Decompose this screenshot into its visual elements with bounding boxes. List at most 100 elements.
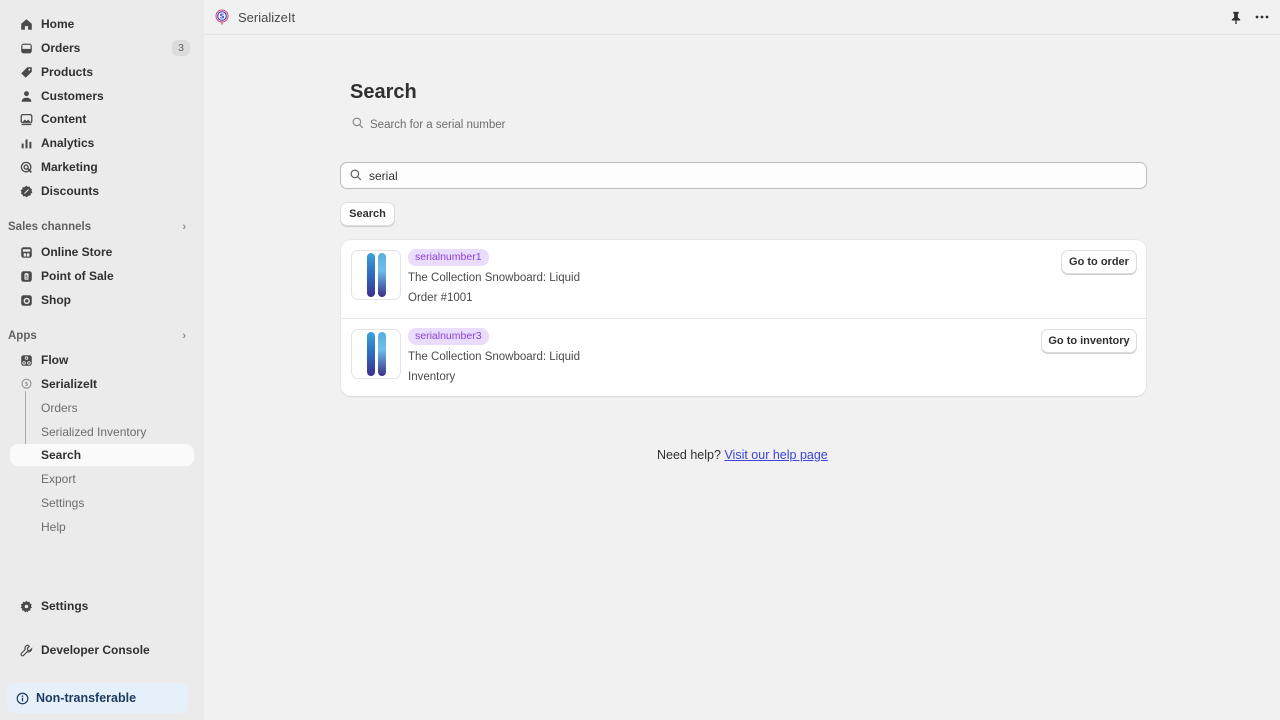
product-name: The Collection Snowboard: Liquid: [408, 272, 580, 284]
sidebar-item-label: Shop: [41, 293, 71, 307]
sidebar-item-orders[interactable]: Orders 3: [10, 37, 194, 59]
sidebar-item-label: Flow: [41, 353, 69, 367]
snowboard-image-left: [366, 332, 375, 376]
bar-chart-icon: [19, 136, 33, 150]
sidebar-subitem-label: Search: [41, 448, 82, 462]
chevron-right-icon: ›: [182, 330, 186, 342]
sidebar-item-online-store[interactable]: Online Store: [10, 241, 194, 263]
app-title: SerializeIt: [238, 9, 296, 25]
sidebar-item-serializeit[interactable]: $ SerializeIt: [10, 373, 194, 395]
svg-text:S: S: [219, 13, 224, 21]
search-icon: [352, 117, 364, 132]
sidebar-item-settings[interactable]: Settings: [10, 595, 194, 617]
sidebar-item-label: Settings: [41, 599, 89, 613]
search-input-wrapper[interactable]: [340, 162, 1147, 189]
chevron-right-icon: ›: [182, 221, 186, 233]
pos-icon: $: [19, 269, 33, 283]
sidebar-subitem-label: Orders: [41, 401, 78, 415]
sidebar-item-label: Analytics: [41, 136, 95, 150]
help-footer: Need help? Visit our help page: [657, 448, 828, 462]
orders-count-badge: 3: [172, 40, 190, 56]
search-input[interactable]: [369, 168, 1129, 183]
sidebar-item-shop[interactable]: Shop: [10, 289, 194, 311]
sidebar: Home Orders 3 Products Customers Content…: [0, 0, 204, 720]
sidebar-item-label: Home: [41, 17, 75, 31]
app-topbar: S SerializeIt: [204, 0, 1280, 35]
sidebar-item-label: Customers: [41, 89, 104, 103]
sidebar-item-customers[interactable]: Customers: [10, 85, 194, 107]
image-icon: [19, 112, 33, 126]
snowboard-image-right: [377, 253, 386, 297]
sidebar-subitem-search[interactable]: Search: [10, 444, 194, 466]
sidebar-item-label: Point of Sale: [41, 269, 114, 283]
page-title: Search: [350, 81, 417, 103]
serial-search-hint[interactable]: Search for a serial number: [352, 117, 506, 132]
inventory-reference: Inventory: [408, 371, 456, 383]
search-button[interactable]: Search: [340, 202, 395, 226]
person-icon: [19, 89, 33, 103]
gear-icon: [19, 599, 33, 613]
product-thumbnail: [351, 250, 401, 300]
store-icon: [19, 245, 33, 259]
sales-channels-heading: Sales channels: [8, 221, 92, 233]
serializeit-pin-icon: $: [19, 377, 33, 391]
result-row: serialnumber1 The Collection Snowboard: …: [341, 240, 1146, 318]
result-row: serialnumber3 The Collection Snowboard: …: [341, 318, 1146, 396]
target-icon: [19, 160, 33, 174]
sidebar-item-discounts[interactable]: Discounts: [10, 180, 194, 202]
product-thumbnail: [351, 329, 401, 379]
sidebar-subitem-export[interactable]: Export: [10, 468, 194, 490]
sidebar-item-label: SerializeIt: [41, 377, 98, 391]
sidebar-item-home[interactable]: Home: [10, 13, 194, 35]
serializeit-logo-icon: S: [214, 9, 230, 25]
search-results-card: serialnumber1 The Collection Snowboard: …: [341, 240, 1146, 396]
apps-heading: Apps: [8, 330, 37, 342]
sidebar-subitem-serialized-inventory[interactable]: Serialized Inventory: [10, 421, 194, 443]
sales-channels-section-header[interactable]: Sales channels ›: [8, 218, 194, 236]
sidebar-item-flow[interactable]: Flow: [10, 349, 194, 371]
serial-number-tag: serialnumber1: [408, 249, 489, 266]
sidebar-subitem-settings[interactable]: Settings: [10, 492, 194, 514]
sidebar-item-label: Developer Console: [41, 643, 150, 657]
sidebar-item-marketing[interactable]: Marketing: [10, 156, 194, 178]
sidebar-subitem-orders[interactable]: Orders: [10, 397, 194, 419]
search-icon: [350, 169, 363, 182]
sidebar-item-label: Discounts: [41, 184, 100, 198]
snowboard-image-right: [377, 332, 386, 376]
sidebar-subitem-label: Settings: [41, 496, 85, 510]
pin-icon[interactable]: [1228, 9, 1244, 25]
sidebar-item-label: Orders: [41, 41, 81, 55]
apps-section-header[interactable]: Apps ›: [8, 327, 194, 345]
order-reference: Order #1001: [408, 292, 473, 304]
svg-text:$: $: [24, 381, 28, 387]
serial-search-hint-label: Search for a serial number: [370, 118, 506, 131]
info-icon: [16, 692, 29, 705]
notice-label: Non-transferable: [36, 691, 137, 705]
go-to-order-button[interactable]: Go to order: [1061, 250, 1137, 274]
sidebar-item-label: Online Store: [41, 245, 113, 259]
help-page-link[interactable]: Visit our help page: [724, 448, 827, 462]
go-to-inventory-button[interactable]: Go to inventory: [1041, 329, 1137, 353]
snowboard-image-left: [366, 253, 375, 297]
help-prefix: Need help?: [657, 448, 721, 462]
non-transferable-notice[interactable]: Non-transferable: [7, 683, 188, 713]
sidebar-item-point-of-sale[interactable]: $ Point of Sale: [10, 265, 194, 287]
sidebar-subitem-help[interactable]: Help: [10, 516, 194, 538]
tag-icon: [19, 65, 33, 79]
more-horizontal-icon[interactable]: [1254, 9, 1270, 25]
wrench-icon: [19, 643, 33, 657]
sidebar-item-analytics[interactable]: Analytics: [10, 132, 194, 154]
sidebar-item-content[interactable]: Content: [10, 108, 194, 130]
svg-text:$: $: [24, 274, 27, 280]
home-icon: [19, 17, 33, 31]
sidebar-subitem-label: Export: [41, 472, 76, 486]
sidebar-item-label: Content: [41, 112, 87, 126]
shop-icon: [19, 293, 33, 307]
sidebar-subitem-label: Serialized Inventory: [41, 425, 147, 439]
sidebar-subitem-label: Help: [41, 520, 66, 534]
product-name: The Collection Snowboard: Liquid: [408, 351, 580, 363]
sidebar-item-label: Products: [41, 65, 94, 79]
orders-inbox-icon: [19, 41, 33, 55]
sidebar-item-developer-console[interactable]: Developer Console: [10, 639, 194, 661]
sidebar-item-products[interactable]: Products: [10, 61, 194, 83]
